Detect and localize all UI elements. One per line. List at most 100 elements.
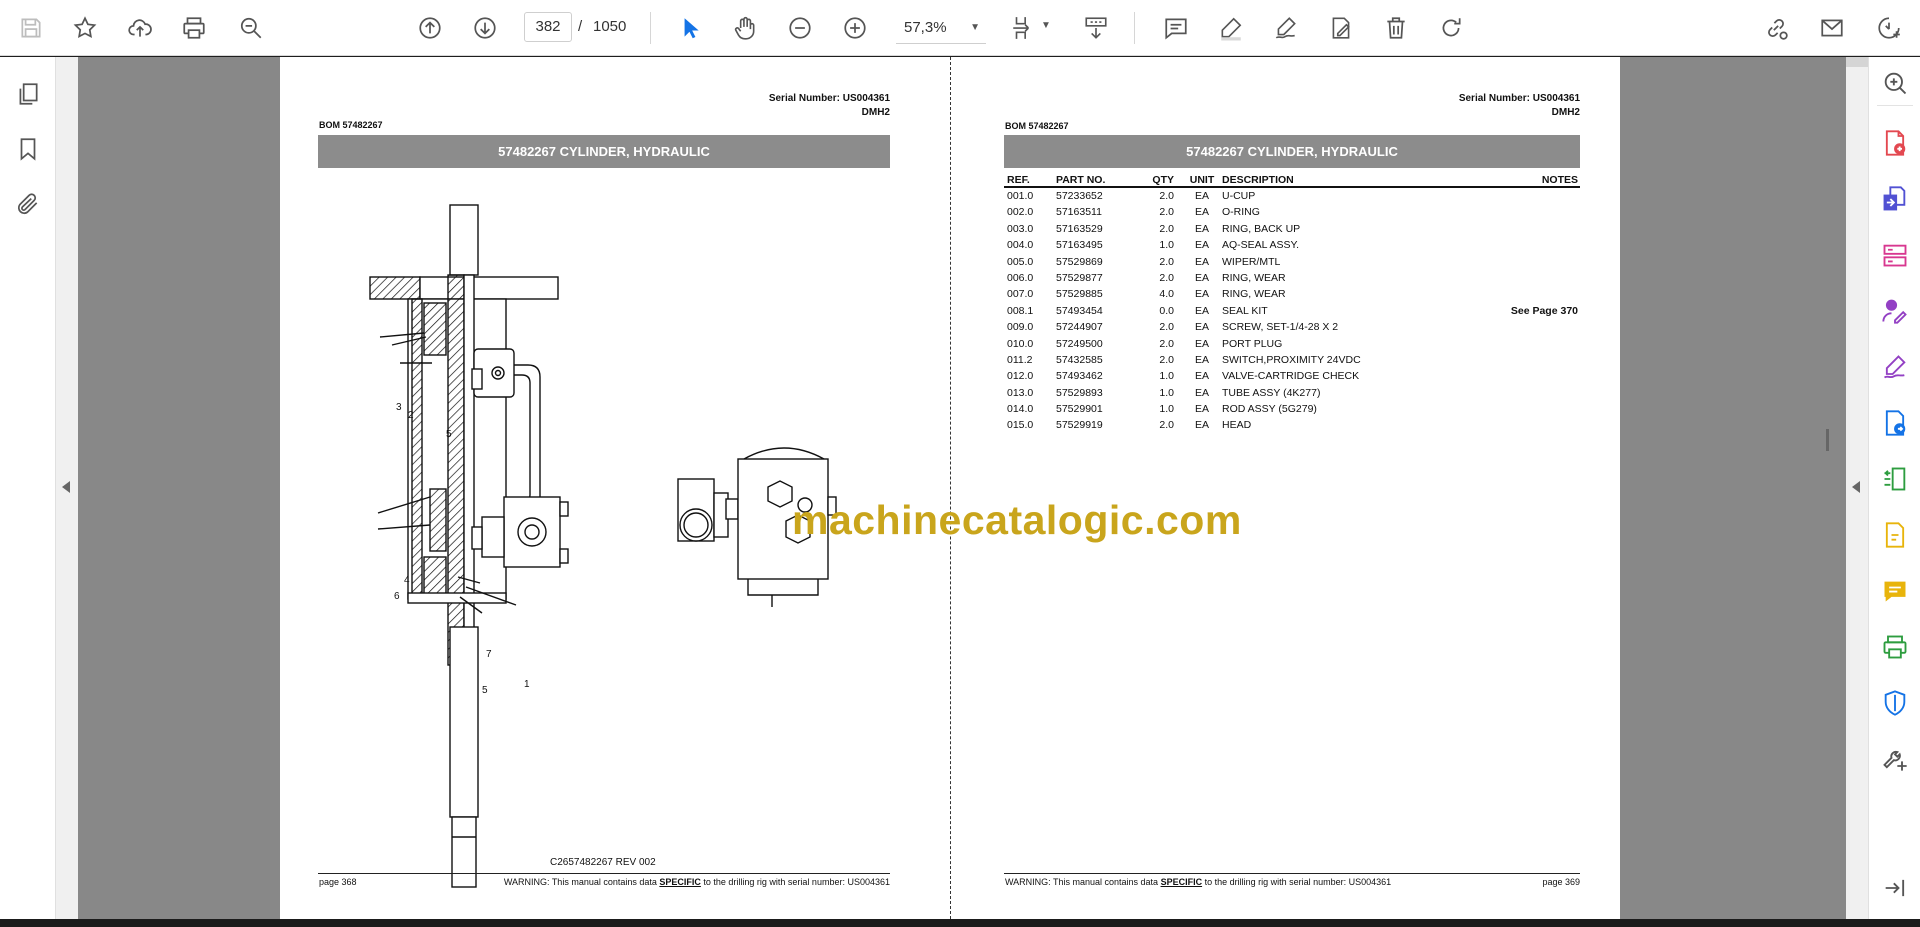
fit-page-icon[interactable] <box>1006 11 1040 45</box>
account-add-icon[interactable] <box>1872 11 1906 45</box>
header-part: PART NO. <box>1056 174 1106 186</box>
table-cell-part: 57432585 <box>1056 353 1103 366</box>
table-cell-ref: 014.0 <box>1007 403 1034 416</box>
table-cell-part: 57233652 <box>1056 190 1103 202</box>
serial-number: Serial Number: US004361 <box>768 93 890 104</box>
comment-tool-icon[interactable] <box>1879 519 1911 551</box>
request-signatures-icon[interactable] <box>1879 295 1911 327</box>
comment-icon[interactable] <box>1159 11 1193 45</box>
chevron-down-icon: ▼ <box>970 22 980 33</box>
right-tools-rail <box>1868 57 1920 919</box>
page-down-icon[interactable] <box>468 11 502 45</box>
drawing-caption: C2657482267 REV 002 <box>550 857 656 868</box>
warning-text: WARNING: This manual contains data <box>1005 877 1161 887</box>
zoom-level-select[interactable]: 57,3% ▼ <box>896 12 986 44</box>
table-cell-ref: 012.0 <box>1007 370 1034 383</box>
create-pdf-icon[interactable] <box>1879 127 1911 159</box>
print-icon[interactable] <box>177 11 211 45</box>
collapse-panel-icon[interactable] <box>1879 872 1911 904</box>
warning-emphasis: SPECIFIC <box>659 877 701 887</box>
email-icon[interactable] <box>1815 11 1849 45</box>
collapse-right-icon <box>1852 481 1860 493</box>
callout-label: 1 <box>524 679 530 690</box>
zoom-in-icon[interactable] <box>838 11 872 45</box>
protect-icon[interactable] <box>1879 687 1911 719</box>
warning-emphasis: SPECIFIC <box>1160 877 1203 887</box>
export-pdf-icon[interactable] <box>1879 183 1911 215</box>
top-toolbar: 382 / 1050 57,3% ▼ ▼ <box>0 0 1920 56</box>
table-cell-qty: 1.0 <box>1159 370 1174 383</box>
draw-signature-icon[interactable] <box>1269 11 1303 45</box>
attachments-icon[interactable] <box>11 187 45 221</box>
table-cell-ref: 010.0 <box>1007 337 1034 350</box>
table-row: 004.0 57163495 1.0 EA AQ-SEAL ASSY. <box>1004 237 1580 253</box>
page-up-icon[interactable] <box>413 11 447 45</box>
print-production-icon[interactable] <box>1879 631 1911 663</box>
table-cell-part: 57529901 <box>1056 403 1103 416</box>
table-cell-ref: 007.0 <box>1007 288 1034 301</box>
delete-icon[interactable] <box>1379 11 1413 45</box>
table-cell-unit: EA <box>1194 321 1209 334</box>
chevron-down-icon[interactable]: ▼ <box>1041 20 1051 31</box>
left-panel-toggle[interactable] <box>56 57 78 919</box>
upload-icon[interactable] <box>123 11 157 45</box>
table-cell-unit: EA <box>1194 403 1209 416</box>
table-cell-qty: 2.0 <box>1159 255 1174 268</box>
vertical-scrollbar[interactable] <box>1846 57 1868 67</box>
table-cell-desc: RING, WEAR <box>1222 271 1286 284</box>
scroll-mode-icon[interactable] <box>1079 11 1113 45</box>
bookmark-star-icon[interactable] <box>68 11 102 45</box>
table-cell-ref: 002.0 <box>1007 206 1034 219</box>
table-cell-qty: 1.0 <box>1159 403 1174 416</box>
table-cell-qty: 4.0 <box>1159 288 1174 301</box>
pages-thumbnail-icon[interactable] <box>11 77 45 111</box>
hand-pan-icon[interactable] <box>728 11 762 45</box>
save-icon[interactable] <box>14 11 48 45</box>
table-cell-qty: 2.0 <box>1159 321 1174 334</box>
page-title: 57482267 CYLINDER, HYDRAULIC <box>1004 135 1580 168</box>
zoom-out-icon[interactable] <box>783 11 817 45</box>
highlight-pen-icon[interactable] <box>1214 11 1248 45</box>
fill-sign-icon[interactable] <box>1324 11 1358 45</box>
table-cell-unit: EA <box>1194 304 1209 317</box>
select-cursor-icon[interactable] <box>673 11 707 45</box>
table-cell-unit: EA <box>1194 190 1209 202</box>
warning-text: to the drilling rig with serial number: … <box>700 877 890 887</box>
rotate-icon[interactable] <box>1434 11 1468 45</box>
right-panel-toggle[interactable] <box>1846 57 1868 919</box>
table-cell-ref: 001.0 <box>1007 190 1034 202</box>
table-cell-part: 57249500 <box>1056 337 1103 350</box>
callout-label: 5 <box>446 429 452 440</box>
collapse-left-icon <box>62 481 70 493</box>
rail-divider <box>1877 105 1913 106</box>
zoom-search-icon[interactable] <box>1879 67 1911 99</box>
table-row: 010.0 57249500 2.0 EA PORT PLUG <box>1004 336 1580 352</box>
table-row: 013.0 57529893 1.0 EA TUBE ASSY (4K277) <box>1004 385 1580 401</box>
toolbar-divider <box>650 12 651 44</box>
bookmarks-icon[interactable] <box>11 132 45 166</box>
zoom-search-icon[interactable] <box>234 11 268 45</box>
organize-pages-icon[interactable] <box>1879 239 1911 271</box>
table-cell-desc: U-CUP <box>1222 190 1256 202</box>
table-cell-desc: HEAD <box>1222 419 1252 432</box>
table-cell-part: 57529885 <box>1056 288 1103 301</box>
table-cell-ref: 009.0 <box>1007 321 1034 334</box>
table-cell-desc: WIPER/MTL <box>1222 255 1281 268</box>
table-cell-ref: 015.0 <box>1007 419 1034 432</box>
window-bottom-edge <box>0 919 1920 927</box>
stamp-comment-icon[interactable] <box>1879 575 1911 607</box>
document-viewport[interactable]: Serial Number: US004361 DMH2 BOM 5748226… <box>78 57 1846 919</box>
send-review-icon[interactable] <box>1879 407 1911 439</box>
compress-icon[interactable] <box>1879 463 1911 495</box>
footer-rule <box>318 873 890 874</box>
more-tools-icon[interactable] <box>1879 743 1911 775</box>
table-cell-desc: AQ-SEAL ASSY. <box>1222 239 1300 252</box>
table-cell-part: 57493462 <box>1056 370 1103 383</box>
share-link-icon[interactable] <box>1759 11 1793 45</box>
scroll-handle[interactable] <box>1826 429 1829 451</box>
table-cell-qty: 2.0 <box>1159 419 1174 432</box>
page-number-input[interactable]: 382 <box>524 12 572 42</box>
fill-sign-icon[interactable] <box>1879 351 1911 383</box>
footer-warning: WARNING: This manual contains data SPECI… <box>504 877 890 887</box>
table-cell-ref: 006.0 <box>1007 271 1034 284</box>
